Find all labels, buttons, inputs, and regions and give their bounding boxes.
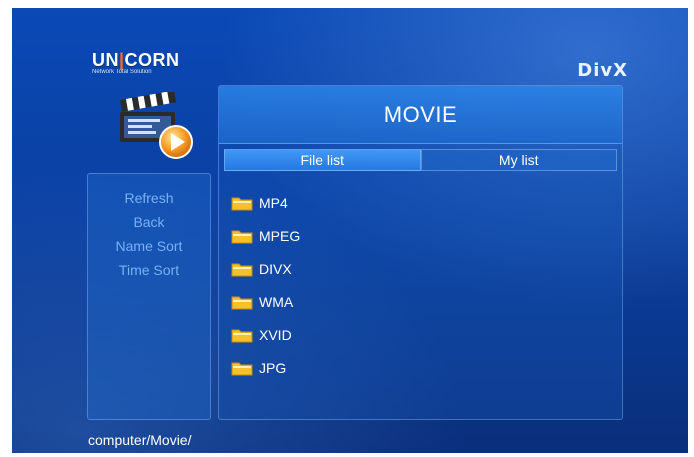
file-row-divx[interactable]: DIVX <box>231 252 300 285</box>
file-list: MP4 MPEG DIVX WMA XVID JPG <box>231 186 300 384</box>
current-path: computer/Movie/ <box>88 432 192 448</box>
menu-list: Refresh Back Name Sort Time Sort <box>88 186 210 282</box>
file-name: MPEG <box>259 227 301 244</box>
folder-icon <box>231 360 253 376</box>
side-menu: Refresh Back Name Sort Time Sort <box>87 173 211 420</box>
brand-right: CORN <box>124 50 180 70</box>
folder-icon <box>231 261 253 277</box>
file-name: JPG <box>259 359 287 376</box>
screen: UN|CORN Network Total Solution DivX Refr… <box>12 8 688 453</box>
panel-title: MOVIE <box>383 102 458 127</box>
folder-icon <box>231 327 253 343</box>
folder-icon <box>231 228 253 244</box>
file-name: XVID <box>259 326 292 343</box>
file-row-xvid[interactable]: XVID <box>231 318 300 351</box>
file-row-jpg[interactable]: JPG <box>231 351 300 384</box>
menu-item-name-sort[interactable]: Name Sort <box>88 234 210 258</box>
brand: UN|CORN <box>92 50 232 71</box>
file-row-mpeg[interactable]: MPEG <box>231 219 300 252</box>
file-name: MP4 <box>259 194 288 211</box>
menu-item-time-sort[interactable]: Time Sort <box>88 258 210 282</box>
movie-clapper-icon <box>110 90 200 162</box>
menu-item-refresh[interactable]: Refresh <box>88 186 210 210</box>
tab-file-list[interactable]: File list <box>224 149 421 171</box>
folder-icon <box>231 195 253 211</box>
brand-left: UN <box>92 50 119 70</box>
title-bar: MOVIE <box>219 86 622 144</box>
brand-tagline: Network Total Solution <box>92 69 152 75</box>
file-row-wma[interactable]: WMA <box>231 285 300 318</box>
unicorn-logo: UN|CORN Network Total Solution <box>92 50 232 90</box>
tab-bar: File list My list <box>224 149 617 171</box>
divx-logo: DivX <box>577 60 628 81</box>
clapper-graphic <box>120 90 193 159</box>
menu-item-back[interactable]: Back <box>88 210 210 234</box>
folder-icon <box>231 294 253 310</box>
main-panel: MOVIE File list My list MP4 MPEG DIVX WM… <box>218 85 623 420</box>
file-row-mp4[interactable]: MP4 <box>231 186 300 219</box>
file-name: DIVX <box>259 260 292 277</box>
file-name: WMA <box>259 293 294 310</box>
tab-my-list[interactable]: My list <box>420 149 617 171</box>
